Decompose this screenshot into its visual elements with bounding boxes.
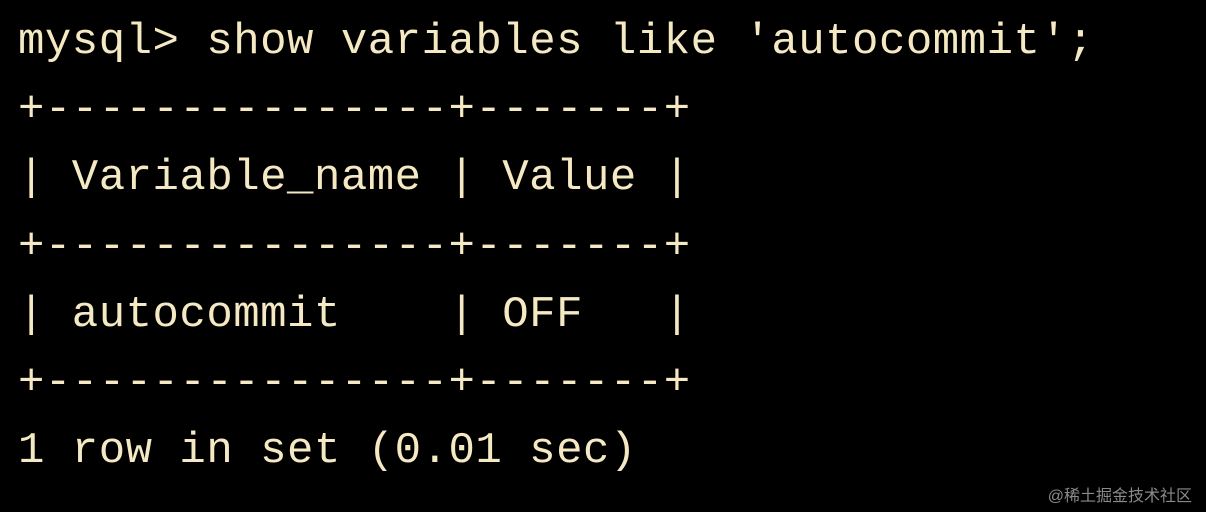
table-border-bottom: +---------------+-------+ [18,358,691,408]
terminal-output: mysql> show variables like 'autocommit';… [0,0,1206,493]
table-row: | autocommit | OFF | [18,290,691,340]
table-border-top: +---------------+-------+ [18,85,691,135]
table-border-mid: +---------------+-------+ [18,222,691,272]
mysql-prompt: mysql> [18,17,206,67]
watermark: @稀土掘金技术社区 [1048,482,1192,506]
table-header-row: | Variable_name | Value | [18,153,691,203]
sql-command: show variables like 'autocommit'; [206,17,1094,67]
status-line: 1 row in set (0.01 sec) [18,426,637,476]
